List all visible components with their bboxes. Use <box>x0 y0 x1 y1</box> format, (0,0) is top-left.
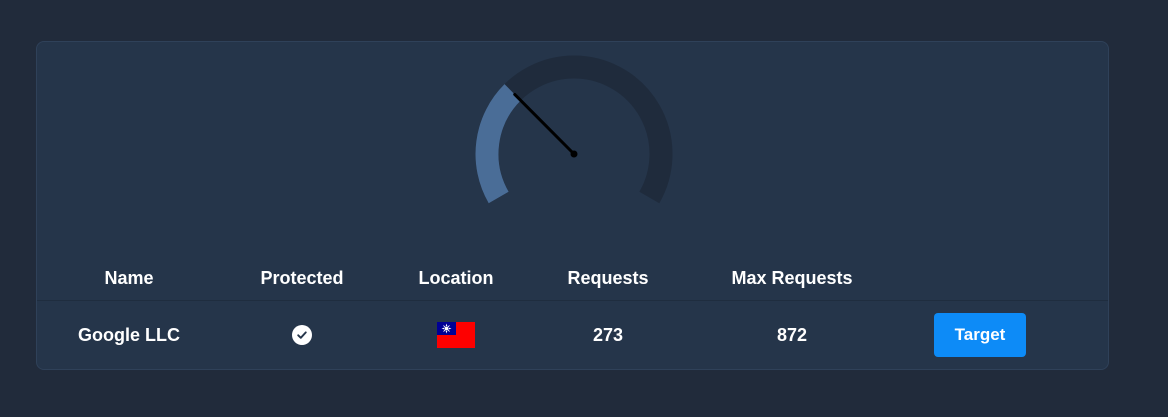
row-location <box>376 301 536 369</box>
header-max-requests: Max Requests <box>731 267 853 288</box>
gauge-track <box>475 55 673 204</box>
taiwan-flag-icon <box>437 322 475 348</box>
header-requests: Requests <box>567 267 649 288</box>
table-row: Google LLC 273 872 Target <box>37 301 1108 369</box>
check-circle-icon <box>292 325 312 345</box>
table-header: Name Protected Location Requests Max Req… <box>37 256 1108 301</box>
target-button[interactable]: Target <box>934 313 1026 357</box>
gauge-needle <box>513 92 576 156</box>
header-name: Name <box>104 267 154 288</box>
requests-gauge <box>475 55 673 204</box>
row-name: Google LLC <box>78 324 180 345</box>
server-card: Name Protected Location Requests Max Req… <box>36 41 1109 370</box>
row-requests: 273 <box>592 324 624 345</box>
gauge-fill <box>475 84 522 204</box>
header-protected: Protected <box>260 267 344 288</box>
row-action: Target <box>897 301 1063 369</box>
row-max-requests: 872 <box>776 324 808 345</box>
gauge-needle-hub <box>570 150 578 158</box>
row-protected <box>222 301 382 369</box>
header-location: Location <box>418 267 494 288</box>
